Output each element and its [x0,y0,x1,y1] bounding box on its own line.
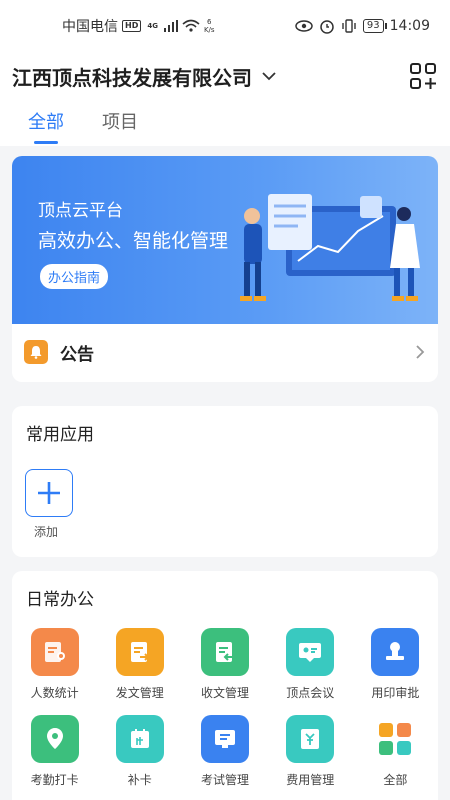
expense-icon [286,715,335,763]
app-label: 考试管理 [200,773,249,787]
status-right: 93 14:09 [295,18,430,34]
chevron-right-icon [416,345,425,359]
receive-doc-icon [200,628,249,676]
exam-icon [200,715,249,763]
app-receive-doc[interactable]: 收文管理 [182,628,267,701]
app-makeup-punch[interactable]: 补卡 [97,715,182,788]
battery-level: 93 [362,19,387,33]
alarm-icon [320,20,334,34]
chevron-down-icon[interactable] [262,69,276,83]
app-label: 费用管理 [286,773,335,787]
eye-icon [295,20,313,32]
banner-line2: 高效办公、智能化管理 [38,230,229,252]
app-grid-add-icon[interactable] [408,61,438,91]
network-type: 4G [147,22,158,30]
app-headcount[interactable]: 人数统计 [12,628,97,701]
net-speed-value: 6 [207,18,212,26]
all-apps-icon [371,715,420,763]
tab-all[interactable]: 全部 [28,100,64,146]
carrier-group: 中国电信 HD 4G 6 K/s [62,16,215,36]
app-label: 人数统计 [30,686,79,700]
meeting-icon [286,628,335,676]
seal-icon [371,628,420,676]
app-seal-approval[interactable]: 用印审批 [353,628,438,701]
app-label: 发文管理 [115,686,164,700]
plus-icon [38,482,60,504]
top-tabs: 全部 项目 [0,100,450,146]
clock: 14:09 [389,18,430,34]
status-bar: 中国电信 HD 4G 6 K/s 93 14:09 [0,0,450,52]
vibrate-icon [342,19,356,33]
announcement-row[interactable]: 公告 [12,324,438,380]
net-speed-unit: K/s [203,26,215,34]
app-meeting[interactable]: 顶点会议 [268,628,353,701]
calendar-icon [115,715,164,763]
net-speed: 6 K/s [204,18,215,34]
stats-icon [30,628,79,676]
app-label: 考勤打卡 [30,773,79,787]
send-doc-icon [115,628,164,676]
location-icon [30,715,79,763]
wifi-icon [182,19,200,32]
app-send-doc[interactable]: 发文管理 [97,628,182,701]
daily-office-card: 日常办公 人数统计 发文管理 收文管理 顶点会议 用印审批 考勤打卡 补卡 考试… [12,571,438,800]
common-apps-title: 常用应用 [26,425,94,445]
office-guide-button[interactable]: 办公指南 [40,264,109,289]
app-label: 用印审批 [371,686,420,700]
common-apps-card: 常用应用 添加 [12,406,438,557]
signal-icon [163,20,178,32]
bell-icon [24,340,48,364]
app-exam[interactable]: 考试管理 [182,715,267,788]
app-expense[interactable]: 费用管理 [268,715,353,788]
app-label: 全部 [383,773,408,787]
add-app-label: 添加 [34,525,59,539]
promo-banner[interactable]: 顶点云平台 高效办公、智能化管理 办公指南 [12,156,438,324]
app-attendance[interactable]: 考勤打卡 [12,715,97,788]
announcement-label: 公告 [60,344,94,365]
add-app-button[interactable] [25,469,73,517]
banner-line1: 顶点云平台 [38,201,123,221]
app-header: 江西顶点科技发展有限公司 [0,52,450,100]
company-name[interactable]: 江西顶点科技发展有限公司 [12,62,252,91]
banner-card: 顶点云平台 高效办公、智能化管理 办公指南 公告 [12,156,438,382]
office-illustration [240,194,420,301]
app-all[interactable]: 全部 [353,715,438,788]
hd-badge: HD [122,20,142,32]
carrier-name: 中国电信 [62,19,118,35]
app-label: 顶点会议 [286,686,335,700]
daily-app-grid: 人数统计 发文管理 收文管理 顶点会议 用印审批 考勤打卡 补卡 考试管理 费用… [12,610,438,788]
app-label: 收文管理 [200,686,249,700]
tab-projects[interactable]: 项目 [102,100,138,146]
daily-office-title: 日常办公 [26,590,94,610]
app-label: 补卡 [127,773,152,787]
